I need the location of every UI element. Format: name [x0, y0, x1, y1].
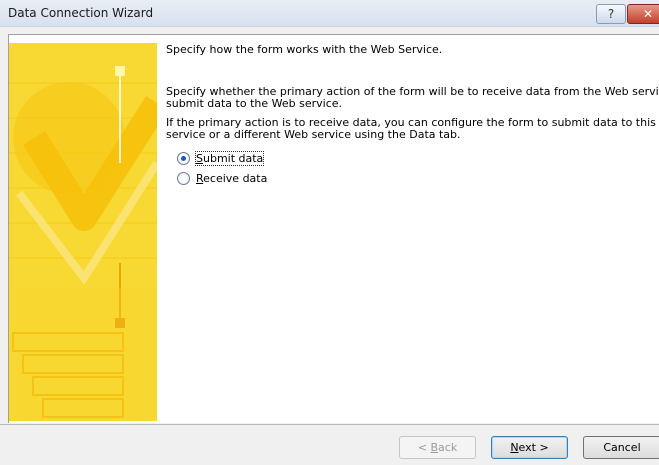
- wizard-intro-text: Specify how the form works with the Web …: [166, 43, 443, 56]
- radio-receive-data[interactable]: Receive data: [177, 172, 267, 185]
- radio-submit-data[interactable]: Submit data: [177, 151, 265, 166]
- footer-separator: [0, 424, 659, 425]
- instruction-paragraph-1: Specify whether the primary action of th…: [166, 86, 658, 110]
- radio-button-unselected[interactable]: [177, 172, 190, 185]
- radio-submit-data-label[interactable]: Submit data: [194, 151, 265, 166]
- paragraph-1-line-2: submit data to the Web service.: [166, 97, 343, 110]
- back-button[interactable]: < Back: [399, 436, 476, 459]
- close-icon: ✕: [642, 7, 654, 21]
- radio-button-selected[interactable]: [177, 152, 190, 165]
- help-button[interactable]: ?: [596, 4, 626, 24]
- instruction-paragraph-2: If the primary action is to receive data…: [166, 117, 658, 141]
- close-button[interactable]: ✕: [627, 4, 659, 24]
- next-button[interactable]: Next >: [491, 436, 568, 459]
- cancel-button[interactable]: Cancel: [583, 436, 659, 459]
- title-bar: Data Connection Wizard ? ✕: [0, 0, 659, 27]
- radio-receive-data-label[interactable]: Receive data: [196, 172, 267, 185]
- window-title: Data Connection Wizard: [8, 6, 154, 20]
- paragraph-2-line-2: service or a different Web service using…: [166, 128, 461, 141]
- wizard-sidebar-graphic: [9, 43, 157, 421]
- help-icon: ?: [607, 7, 615, 21]
- wizard-window: Data Connection Wizard ? ✕ Specify how t…: [0, 0, 659, 465]
